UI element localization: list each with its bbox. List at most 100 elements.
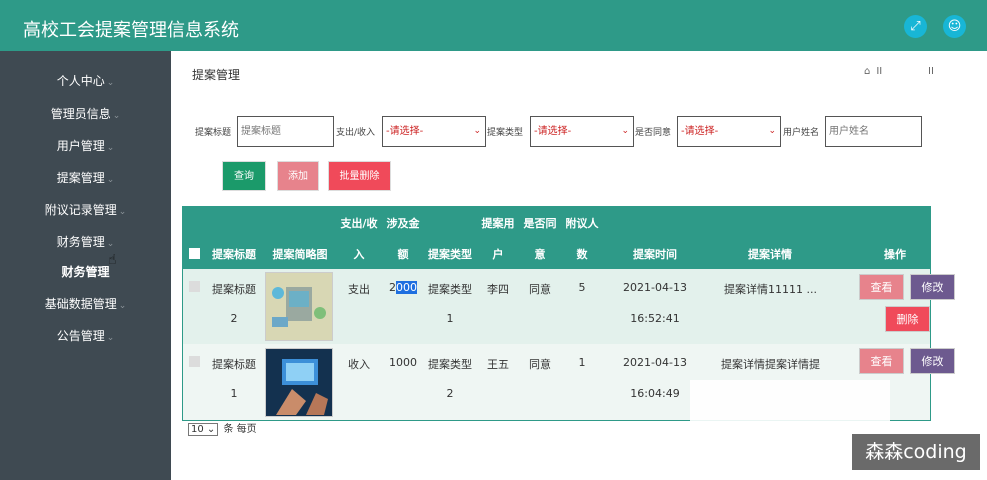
query-button[interactable]: 查询	[222, 161, 266, 191]
proposal-thumbnail-illustration	[276, 359, 328, 415]
table-header: 提案标题 提案简略图 支出/收 入 涉及金 额 提案类型 提案用 户 是否同 意…	[183, 207, 930, 269]
col-detail: 提案详情	[748, 248, 792, 261]
chevron-down-icon: ⌄	[106, 143, 115, 153]
col-thumb: 提案简略图	[272, 248, 328, 261]
cell-amount: 2000	[389, 281, 417, 294]
filter-type-label: 提案类型	[487, 128, 524, 138]
sidebar-item-users[interactable]: 用户管理 ⌄	[0, 137, 171, 154]
col-time: 提案时间	[633, 248, 677, 261]
page-title: 提案管理	[192, 68, 241, 82]
home-icon[interactable]: ⌂	[864, 66, 870, 77]
type-select[interactable]: -请选择- ⌄	[530, 116, 634, 147]
text-selection-highlight: 000	[396, 281, 417, 294]
chevron-down-icon: ⌄	[768, 126, 776, 136]
title-search-input[interactable]	[237, 116, 334, 147]
cell-title: 提案标题	[212, 358, 256, 371]
sidebar-item-admin[interactable]: 管理员信息 ⌄	[0, 105, 171, 122]
col-count-b: 数	[576, 248, 588, 261]
proposal-thumbnail	[265, 348, 333, 417]
col-type: 提案类型	[428, 248, 472, 261]
edit-button[interactable]: 修改	[910, 348, 955, 374]
col-agree: 是否同	[523, 217, 557, 230]
pagination: 10 ⌄ 条 每页	[188, 420, 257, 436]
cell-type-line2: 1	[446, 312, 454, 325]
col-amount-b: 额	[397, 248, 409, 261]
cell-detail: 提案详情提案详情提	[721, 358, 820, 371]
col-title: 提案标题	[212, 248, 256, 261]
cell-amount: 1000	[389, 356, 417, 369]
select-all-checkbox[interactable]	[189, 248, 200, 259]
filter-agree-label: 是否同意	[635, 128, 672, 138]
app-title: 高校工会提案管理信息系统	[23, 20, 239, 41]
sidebar-item-seconds[interactable]: 附议记录管理 ⌄	[0, 201, 171, 218]
cell-detail: 提案详情11111 ...	[724, 283, 817, 296]
chevron-down-icon: ⌄	[473, 126, 481, 136]
inout-select[interactable]: -请选择- ⌄	[382, 116, 486, 147]
user-search-input[interactable]	[825, 116, 922, 147]
sidebar-item-basedata[interactable]: 基础数据管理 ⌄	[0, 295, 171, 312]
chevron-down-icon: ⌄	[621, 126, 629, 136]
cell-date: 2021-04-13	[623, 356, 687, 369]
cell-agree: 同意	[529, 283, 551, 296]
cell-time: 16:52:41	[630, 312, 680, 325]
cell-count: 1	[578, 356, 586, 369]
agree-select[interactable]: -请选择- ⌄	[677, 116, 781, 147]
col-amount: 涉及金	[386, 217, 420, 230]
add-button[interactable]: 添加	[277, 161, 319, 191]
view-button[interactable]: 查看	[859, 348, 904, 374]
breadcrumb-separator: II	[928, 66, 934, 77]
row-checkbox[interactable]	[189, 281, 200, 292]
user-button[interactable]: ☺	[943, 15, 966, 38]
sidebar-subitem-finance[interactable]: 财务管理	[0, 263, 171, 280]
user-icon: ☺	[947, 19, 962, 34]
view-button[interactable]: 查看	[859, 274, 904, 300]
filter-user-label: 用户姓名	[783, 128, 820, 138]
chevron-down-icon: ⌄	[118, 207, 127, 217]
batch-delete-button[interactable]: 批量删除	[328, 161, 391, 191]
sidebar: 个人中心 ⌄ 管理员信息 ⌄ 用户管理 ⌄ 提案管理 ⌄ 附议记录管理 ⌄ 财务管理 ⌄ 财…	[0, 51, 171, 480]
delete-button[interactable]: 删除	[885, 306, 930, 332]
edit-button[interactable]: 修改	[910, 274, 955, 300]
col-user-b: 户	[492, 248, 504, 261]
cell-inout: 支出	[348, 283, 370, 296]
cell-date: 2021-04-13	[623, 281, 687, 294]
sidebar-item-finance[interactable]: 财务管理 ⌄	[0, 233, 171, 250]
filter-title-label: 提案标题	[195, 128, 232, 138]
sidebar-item-proposals[interactable]: 提案管理 ⌄	[0, 169, 171, 186]
cell-agree: 同意	[529, 358, 551, 371]
proposal-thumbnail-illustration	[272, 287, 326, 327]
filter-inout-label: 支出/收入	[336, 128, 376, 138]
chevron-down-icon: ⌄	[206, 424, 216, 435]
chevron-down-icon: ⌄	[106, 78, 115, 88]
cell-user: 王五	[487, 358, 509, 371]
app-header: 高校工会提案管理信息系统 ⤢ ☺	[0, 0, 987, 51]
col-agree-b: 意	[534, 248, 546, 261]
col-inout: 支出/收	[340, 217, 378, 230]
col-user: 提案用	[481, 217, 515, 230]
cell-type-line2: 2	[446, 387, 454, 400]
sidebar-item-personal[interactable]: 个人中心 ⌄	[0, 72, 171, 89]
watermark: 森森coding	[852, 434, 980, 470]
cell-title-line2: 1	[230, 387, 238, 400]
cell-count: 5	[578, 281, 586, 294]
page-size-select[interactable]: 10 ⌄	[188, 423, 219, 436]
row-checkbox[interactable]	[189, 356, 200, 367]
cell-type: 提案类型	[428, 358, 472, 371]
cell-time: 16:04:49	[630, 387, 680, 400]
sidebar-item-notices[interactable]: 公告管理 ⌄	[0, 327, 171, 344]
cell-title-line2: 2	[230, 312, 238, 325]
col-ops: 操作	[884, 248, 906, 261]
chevron-down-icon: ⌄	[106, 239, 115, 249]
col-inout-b: 入	[353, 248, 365, 261]
chevron-down-icon: ⌄	[106, 175, 115, 185]
proposal-thumbnail	[265, 272, 333, 341]
expand-icon: ⤢	[910, 19, 921, 34]
breadcrumb: ⌂ II	[864, 66, 883, 77]
cell-title: 提案标题	[212, 283, 256, 296]
page-size-suffix: 条 每页	[223, 424, 257, 435]
col-count: 附议人	[565, 217, 599, 230]
chevron-down-icon: ⌄	[106, 333, 115, 343]
chevron-down-icon: ⌄	[118, 301, 127, 311]
fullscreen-button[interactable]: ⤢	[904, 15, 927, 38]
hand-cursor-icon: ☝	[108, 252, 117, 268]
